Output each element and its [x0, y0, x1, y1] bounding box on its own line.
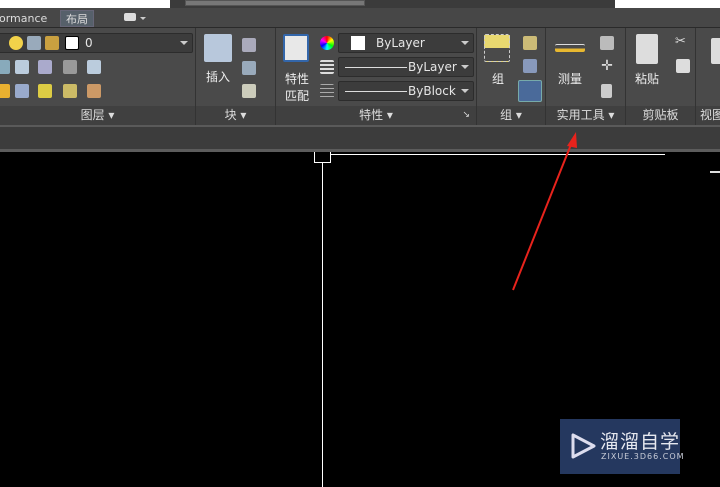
- watermark-name: 溜溜自学: [600, 431, 681, 453]
- play-logo-icon: [571, 433, 596, 459]
- arrow-shaft: [512, 141, 573, 291]
- watermark: 溜溜自学 ZIXUE.3D66.COM: [560, 419, 684, 474]
- red-arrow-annotation: [512, 132, 577, 291]
- watermark-url: ZIXUE.3D66.COM: [601, 452, 685, 461]
- arrow-head: [567, 132, 577, 148]
